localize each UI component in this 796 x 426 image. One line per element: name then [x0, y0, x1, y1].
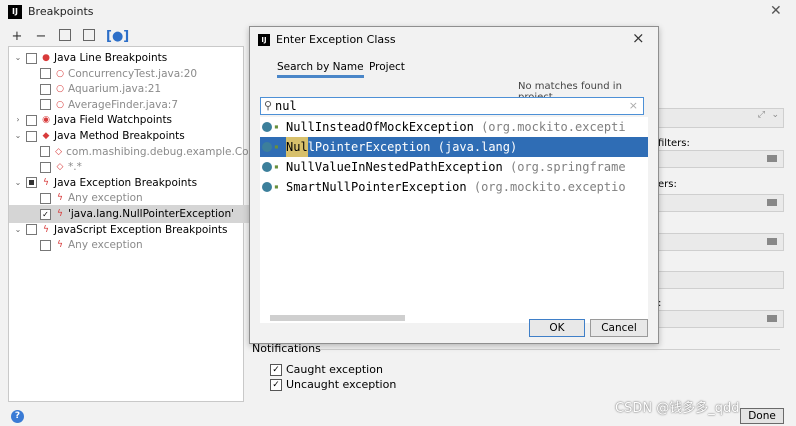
- class-name: NullValueInNestedPathException: [286, 160, 503, 174]
- lightning-icon: ϟ: [57, 240, 63, 251]
- breakpoints-toolbar: + − [●]: [10, 28, 129, 46]
- group-by-file-icon[interactable]: [58, 28, 72, 46]
- search-icon: ⚲: [264, 99, 273, 112]
- caller-filters-label: ers:: [658, 179, 677, 190]
- class-filters-field[interactable]: [658, 150, 784, 168]
- class-name: NullInsteadOfMockException: [286, 120, 474, 134]
- pass-count-field[interactable]: [658, 271, 784, 289]
- add-breakpoint-button[interactable]: +: [10, 29, 24, 45]
- match-highlight: Nul: [286, 137, 308, 157]
- class-icon: [262, 182, 272, 192]
- breakpoint-checkbox[interactable]: [40, 192, 51, 204]
- breakpoint-checkbox[interactable]: [40, 99, 51, 111]
- enter-exception-class-dialog: IJ Enter Exception Class × Search by Nam…: [249, 26, 659, 344]
- breakpoints-tree: ⌄ ● Java Line Breakpoints ○ ConcurrencyTest.…: [8, 46, 272, 402]
- breakpoint-checkbox[interactable]: [40, 68, 51, 80]
- horizontal-scrollbar[interactable]: [270, 315, 405, 321]
- window-close-icon[interactable]: ✕: [770, 3, 782, 19]
- class-name: lPointerException: [307, 140, 431, 154]
- breakpoint-checkbox[interactable]: ✓: [40, 208, 51, 220]
- done-button[interactable]: Done: [740, 408, 784, 424]
- dialog-title-bar: IJ Enter Exception Class: [258, 33, 396, 46]
- caught-exception-label: Caught exception: [286, 363, 383, 376]
- condition-field[interactable]: ⤢ ⌄: [658, 108, 784, 128]
- group-by-class-icon[interactable]: [●]: [106, 29, 129, 45]
- group-by-package-icon[interactable]: [82, 28, 96, 46]
- instance-filters-field[interactable]: [658, 233, 784, 251]
- package-name: (org.mockito.excepti: [481, 120, 626, 134]
- class-name: SmartNullPointerException: [286, 180, 467, 194]
- dialog-close-button[interactable]: ×: [632, 29, 645, 47]
- breakpoint-checkbox[interactable]: [40, 146, 51, 158]
- tab-search-by-name[interactable]: Search by Name: [277, 59, 364, 78]
- breakpoint-checkbox[interactable]: [40, 83, 51, 95]
- breakpoint-checkbox[interactable]: [26, 130, 37, 142]
- title-bar: [0, 0, 796, 24]
- window-title: Breakpoints: [28, 5, 94, 18]
- intellij-logo-icon: IJ: [8, 5, 22, 19]
- visibility-icon: ▪: [274, 182, 279, 191]
- help-button[interactable]: ?: [11, 410, 24, 423]
- breakpoint-checkbox[interactable]: [40, 161, 51, 173]
- search-input-value: nul: [275, 99, 297, 113]
- caller-filters-field[interactable]: [658, 194, 784, 212]
- breakpoint-checkbox[interactable]: [26, 224, 37, 236]
- notifications-divider: [320, 349, 780, 350]
- exception-search-input[interactable]: ⚲ nul ×: [260, 97, 644, 115]
- visibility-icon: ▪: [274, 162, 279, 171]
- package-name: (org.mockito.exceptio: [473, 180, 626, 194]
- tree-row-label: Any exception: [68, 239, 143, 252]
- remove-breakpoint-button[interactable]: −: [34, 29, 48, 45]
- tab-project[interactable]: Project: [369, 59, 405, 75]
- result-row[interactable]: ▪ Nul lPointerException (java.lang): [260, 137, 648, 157]
- package-filters-field[interactable]: [658, 310, 784, 328]
- class-icon: [262, 122, 272, 132]
- package-name: (org.springframe: [509, 160, 626, 174]
- intellij-logo-icon: IJ: [258, 33, 270, 46]
- breakpoint-checkbox[interactable]: [26, 177, 37, 189]
- class-filters-label: filters:: [658, 138, 690, 149]
- class-icon: [262, 162, 272, 172]
- caught-exception-option[interactable]: ✓ Caught exception: [270, 363, 383, 376]
- package-name: (java.lang): [437, 140, 518, 154]
- visibility-icon: ▪: [274, 142, 279, 151]
- result-row[interactable]: ▪ SmartNullPointerException (org.mockito.…: [260, 177, 648, 197]
- breakpoint-checkbox[interactable]: [40, 239, 51, 251]
- cancel-button[interactable]: Cancel: [590, 319, 648, 337]
- tree-row[interactable]: ϟ Any exception: [9, 236, 272, 254]
- visibility-icon: ▪: [274, 122, 279, 131]
- caught-exception-checkbox[interactable]: ✓: [270, 363, 282, 376]
- result-row[interactable]: ▪ NullValueInNestedPathException (org.spr…: [260, 157, 648, 177]
- exception-results-list: ▪ NullInsteadOfMockException (org.mockito…: [260, 117, 648, 323]
- uncaught-exception-option[interactable]: ✓ Uncaught exception: [270, 378, 396, 391]
- breakpoint-checkbox[interactable]: [26, 52, 37, 64]
- watermark: CSDN @钱多多_qdd: [615, 401, 740, 416]
- breakpoint-checkbox[interactable]: [26, 114, 37, 126]
- uncaught-exception-label: Uncaught exception: [286, 378, 397, 391]
- uncaught-exception-checkbox[interactable]: ✓: [270, 378, 282, 391]
- clear-icon[interactable]: ×: [629, 99, 638, 112]
- ok-button[interactable]: OK: [529, 319, 585, 337]
- result-row[interactable]: ▪ NullInsteadOfMockException (org.mockito…: [260, 117, 648, 137]
- class-icon: [262, 142, 272, 152]
- dialog-title: Enter Exception Class: [276, 33, 396, 46]
